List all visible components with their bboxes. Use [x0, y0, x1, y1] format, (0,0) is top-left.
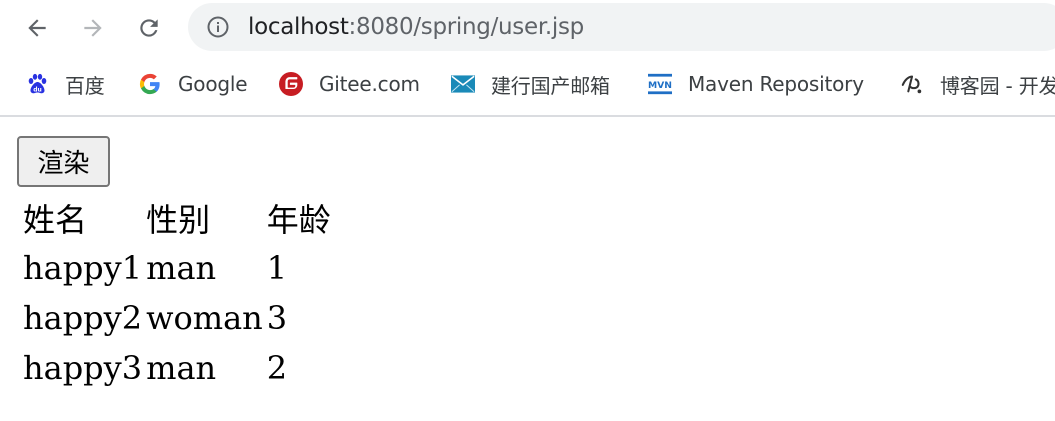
column-header-name: 姓名 — [23, 201, 88, 239]
bookmark-label: 建行国产邮箱 — [491, 73, 610, 98]
back-arrow-icon — [28, 19, 46, 37]
bookmark-ccb-mail[interactable]: 建行国产邮箱 — [451, 68, 610, 100]
url-host: localhost — [248, 14, 349, 40]
cell-age: 1 — [266, 249, 288, 287]
url-text[interactable]: localhost:8080/spring/user.jsp — [248, 13, 584, 41]
bookmark-cnblogs[interactable]: 博客园 - 开发 — [900, 68, 1055, 100]
cell-gender: man — [146, 249, 217, 287]
gitee-icon — [279, 72, 303, 96]
cell-name: happy1 — [23, 249, 143, 287]
cell-age: 2 — [266, 349, 288, 387]
baidu-paw-icon: du — [25, 72, 49, 96]
browser-toolbar: localhost:8080/spring/user.jsp — [0, 0, 1055, 56]
column-header-gender: 性别 — [146, 201, 211, 239]
bookmark-label: Google — [178, 72, 248, 96]
cnblogs-icon — [900, 72, 924, 96]
back-button[interactable] — [17, 8, 57, 48]
user-table: 姓名 性别 年龄 happy1 man 1 happy2 woman 3 hap… — [20, 192, 340, 394]
bookmark-baidu[interactable]: du 百度 — [25, 68, 105, 100]
forward-button[interactable] — [73, 8, 113, 48]
bookmark-gitee[interactable]: Gitee.com — [279, 68, 420, 100]
render-button[interactable]: 渲染 — [17, 136, 110, 187]
cell-gender: woman — [146, 299, 263, 337]
column-header-age: 年龄 — [266, 201, 331, 239]
reload-button[interactable] — [129, 8, 169, 48]
cell-name: happy2 — [23, 299, 143, 337]
svg-text:MVN: MVN — [648, 80, 672, 91]
table-row: happy3 man 2 — [22, 344, 338, 392]
bookmark-google[interactable]: Google — [138, 68, 248, 100]
cell-gender: man — [146, 349, 217, 387]
svg-text:du: du — [33, 87, 42, 94]
table-row: happy1 man 1 — [22, 244, 338, 292]
bookmarks-bar: du 百度 Google Gitee.com 建行国产邮箱 MVN Maven … — [0, 62, 1055, 106]
maven-mvn-icon: MVN — [648, 72, 672, 96]
google-g-icon — [138, 72, 162, 96]
bookmark-label: 百度 — [65, 73, 105, 98]
cell-age: 3 — [266, 299, 288, 337]
table-header-row: 姓名 性别 年龄 — [22, 194, 338, 242]
reload-icon — [140, 19, 158, 37]
url-path: :8080/spring/user.jsp — [348, 14, 585, 40]
address-bar[interactable]: localhost:8080/spring/user.jsp — [188, 3, 1055, 51]
site-info-icon[interactable] — [207, 16, 229, 38]
bookmark-label: Gitee.com — [319, 72, 420, 96]
mail-envelope-icon — [451, 72, 475, 96]
bookmark-label: 博客园 - 开发 — [940, 73, 1055, 98]
forward-arrow-icon — [84, 19, 102, 37]
bookmark-label: Maven Repository — [688, 72, 864, 96]
table-row: happy2 woman 3 — [22, 294, 338, 342]
cell-name: happy3 — [23, 349, 143, 387]
bookmark-maven[interactable]: MVN Maven Repository — [648, 68, 864, 100]
toolbar-divider — [0, 115, 1055, 117]
